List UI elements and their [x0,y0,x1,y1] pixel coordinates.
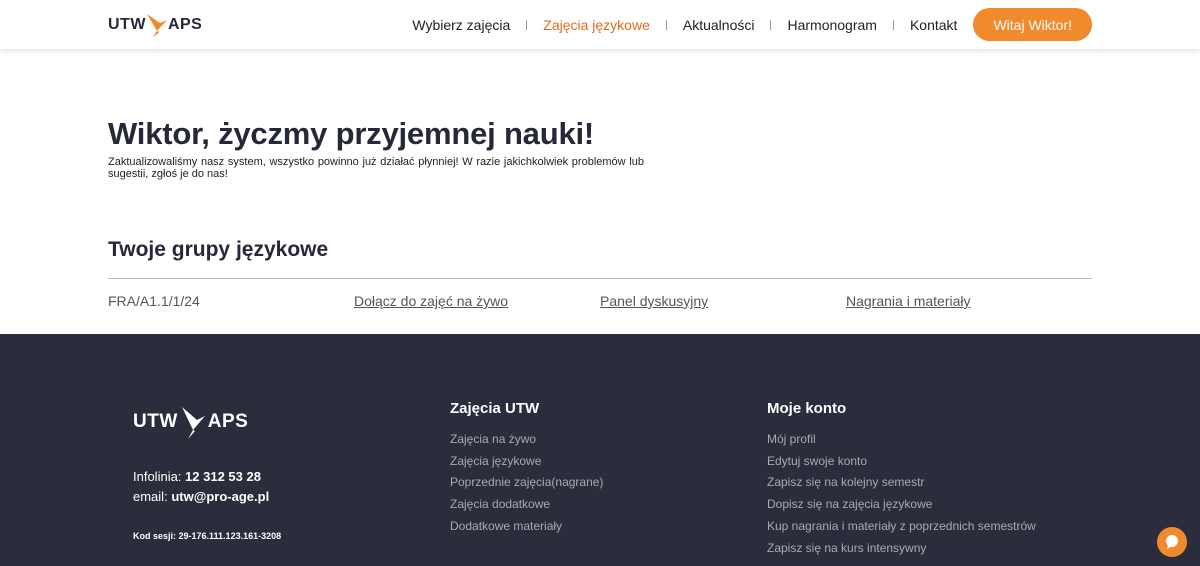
site-footer: UTW APS Infolinia: 12 312 53 28 email: u… [0,334,1200,566]
footer-link[interactable]: Kup nagrania i materiały z poprzednich s… [767,516,1036,538]
table-row: FRA/A1.1/1/24 Dołącz do zajęć na żywo Pa… [108,293,1092,313]
section-divider [108,278,1092,279]
footer-logo-text-right: APS [207,411,249,432]
footer-link[interactable]: Zajęcia językowe [450,451,603,473]
footer-link[interactable]: Dopisz się na zajęcia językowe [767,494,1036,516]
group-code: FRA/A1.1/1/24 [108,293,200,309]
bird-icon [146,14,167,37]
logo-text-right: APS [167,16,203,33]
footer-column-account: Moje konto Mój profil Edytuj swoje konto… [767,400,1036,559]
email-label: email: [133,488,168,504]
footer-link[interactable]: Zajęcia dodatkowe [450,494,603,516]
footer-logo[interactable]: UTW APS [133,402,248,442]
site-logo[interactable]: UTW APS [108,10,202,40]
nav-zajecia-jezykowe[interactable]: Zajęcia językowe [527,17,666,33]
main-nav: Wybierz zajęcia Zajęcia językowe Aktualn… [396,0,1092,49]
email-line: email: utw@pro-age.pl [133,487,269,507]
hotline-label: Infolinia: [133,469,182,484]
footer-logo-text-left: UTW [133,411,178,432]
session-code: Kod sesji: 29-176.111.123.161-3208 [133,531,282,541]
footer-contact: Infolinia: 12 312 53 28 email: utw@pro-a… [133,467,269,506]
footer-column-title: Moje konto [767,400,847,417]
account-button[interactable]: Witaj Wiktor! [973,8,1092,41]
footer-link[interactable]: Zapisz się na kolejny semestr [767,472,1036,494]
system-notice: Zaktualizowaliśmy nasz system, wszystko … [108,156,644,180]
hotline-line: Infolinia: 12 312 53 28 [133,467,269,487]
section-title-language-groups: Twoje grupy językowe [108,238,329,261]
footer-link[interactable]: Poprzednie zajęcia(nagrane) [450,472,603,494]
footer-link[interactable]: Zapisz się na kurs intensywny [767,538,1036,560]
chat-icon [1166,535,1178,549]
recordings-materials-link[interactable]: Nagrania i materiały [846,293,971,309]
discussion-panel-link[interactable]: Panel dyskusyjny [600,293,708,309]
nav-wybierz-zajecia[interactable]: Wybierz zajęcia [396,17,526,33]
bird-icon [181,407,205,439]
footer-link[interactable]: Edytuj swoje konto [767,451,1036,473]
welcome-heading: Wiktor, życzmy przyjemnej nauki! [108,116,595,151]
footer-link[interactable]: Dodatkowe materiały [450,516,603,538]
logo-text-left: UTW [108,16,146,33]
footer-link[interactable]: Zajęcia na żywo [450,429,603,451]
join-live-link[interactable]: Dołącz do zajęć na żywo [354,293,508,309]
hotline-number[interactable]: 12 312 53 28 [185,469,261,484]
site-header: UTW APS Wybierz zajęcia Zajęcia językowe… [0,0,1200,49]
footer-link[interactable]: Mój profil [767,429,1036,451]
nav-kontakt[interactable]: Kontakt [894,17,973,33]
chat-bubble-icon[interactable] [1157,527,1187,557]
nav-aktualnosci[interactable]: Aktualności [667,17,771,33]
email-address[interactable]: utw@pro-age.pl [171,489,269,504]
nav-harmonogram[interactable]: Harmonogram [771,17,892,33]
footer-column-classes: Zajęcia UTW Zajęcia na żywo Zajęcia języ… [450,400,603,538]
footer-column-title: Zajęcia UTW [450,400,540,417]
